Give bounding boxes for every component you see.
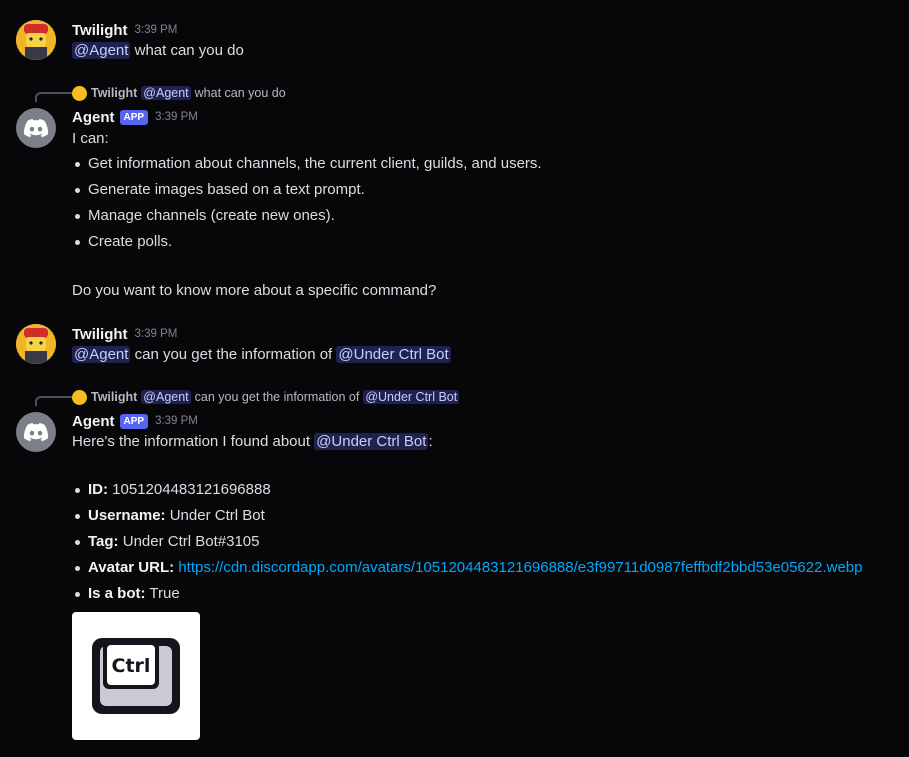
author-name[interactable]: Agent bbox=[72, 109, 115, 126]
bullet-dot bbox=[75, 214, 80, 219]
field-is-bot: Is a bot: True bbox=[88, 585, 180, 602]
author-name[interactable]: Agent bbox=[72, 413, 115, 430]
author-name[interactable]: Twilight bbox=[72, 326, 128, 343]
message-text: can you get the information of bbox=[130, 346, 337, 363]
bullet-dot bbox=[75, 188, 80, 193]
field-label: Tag: bbox=[88, 533, 119, 550]
discord-logo-icon bbox=[24, 422, 48, 441]
app-badge: APP bbox=[119, 413, 149, 429]
user-avatar[interactable] bbox=[16, 324, 56, 364]
list-item: Manage channels (create new ones). bbox=[88, 207, 335, 224]
field-value: 1051204483121696888 bbox=[108, 481, 271, 498]
bullet-dot bbox=[75, 488, 80, 493]
reply-mention[interactable]: @Agent bbox=[141, 86, 191, 100]
reply-avatar bbox=[72, 389, 87, 405]
key-label: Ctrl bbox=[112, 655, 151, 677]
timestamp: 3:39 PM bbox=[155, 111, 198, 123]
field-username: Username: Under Ctrl Bot bbox=[88, 507, 265, 524]
reply-mention-2[interactable]: @Under Ctrl Bot bbox=[363, 390, 460, 404]
reply-text: can you get the information of bbox=[194, 390, 360, 404]
message-intro: Here's the information I found about bbox=[72, 433, 315, 450]
reply-spine bbox=[35, 92, 73, 102]
app-badge: APP bbox=[119, 109, 149, 125]
bullet-dot bbox=[75, 566, 80, 571]
field-label: Is a bot: bbox=[88, 585, 146, 602]
bullet-dot bbox=[75, 514, 80, 519]
field-label: Username: bbox=[88, 507, 166, 524]
bullet-dot bbox=[75, 540, 80, 545]
field-value: Under Ctrl Bot bbox=[165, 507, 265, 524]
reply-text: what can you do bbox=[194, 86, 286, 100]
author-name[interactable]: Twilight bbox=[72, 22, 128, 39]
list-item: Get information about channels, the curr… bbox=[88, 155, 542, 172]
message-outro: Do you want to know more about a specifi… bbox=[72, 282, 437, 299]
mention-under-ctrl-bot[interactable]: @Under Ctrl Bot bbox=[314, 433, 429, 450]
bullet-dot bbox=[75, 592, 80, 597]
message-intro-end: : bbox=[428, 433, 433, 450]
bullet-dot bbox=[75, 240, 80, 245]
timestamp: 3:39 PM bbox=[134, 24, 178, 36]
timestamp: 3:39 PM bbox=[155, 415, 198, 427]
avatar-url-link[interactable]: https://cdn.discordapp.com/avatars/10512… bbox=[174, 559, 862, 576]
field-value: True bbox=[145, 585, 180, 602]
message-text: what can you do bbox=[130, 42, 244, 59]
reply-author[interactable]: Twilight bbox=[91, 86, 137, 100]
ctrl-key-icon: Ctrl bbox=[92, 638, 180, 714]
field-label: ID: bbox=[88, 481, 108, 498]
list-item: Create polls. bbox=[88, 233, 173, 250]
field-avatar-url: Avatar URL: https://cdn.discordapp.com/a… bbox=[88, 559, 863, 576]
discord-logo-icon bbox=[24, 118, 48, 137]
reply-spine bbox=[35, 396, 73, 406]
mention-under-ctrl-bot[interactable]: @Under Ctrl Bot bbox=[336, 346, 451, 363]
reply-preview[interactable]: Twilight @Agent what can you do bbox=[72, 84, 286, 102]
list-item: Generate images based on a text prompt. bbox=[88, 181, 365, 198]
message-intro: I can: bbox=[72, 130, 109, 147]
bot-avatar[interactable] bbox=[16, 412, 56, 452]
reply-author[interactable]: Twilight bbox=[91, 390, 137, 404]
user-avatar[interactable] bbox=[16, 20, 56, 60]
bot-avatar[interactable] bbox=[16, 108, 56, 148]
mention-agent[interactable]: @Agent bbox=[72, 346, 131, 363]
reply-preview[interactable]: Twilight @Agent can you get the informat… bbox=[72, 388, 460, 406]
reply-avatar bbox=[72, 85, 87, 101]
field-value: Under Ctrl Bot#3105 bbox=[118, 533, 260, 550]
field-tag: Tag: Under Ctrl Bot#3105 bbox=[88, 533, 259, 550]
field-label: Avatar URL: bbox=[88, 559, 175, 576]
avatar-image-embed[interactable]: Ctrl bbox=[72, 612, 200, 740]
bullet-dot bbox=[75, 162, 80, 167]
field-id: ID: 1051204483121696888 bbox=[88, 481, 271, 498]
timestamp: 3:39 PM bbox=[134, 328, 178, 340]
mention-agent[interactable]: @Agent bbox=[72, 42, 131, 59]
reply-mention[interactable]: @Agent bbox=[141, 390, 191, 404]
